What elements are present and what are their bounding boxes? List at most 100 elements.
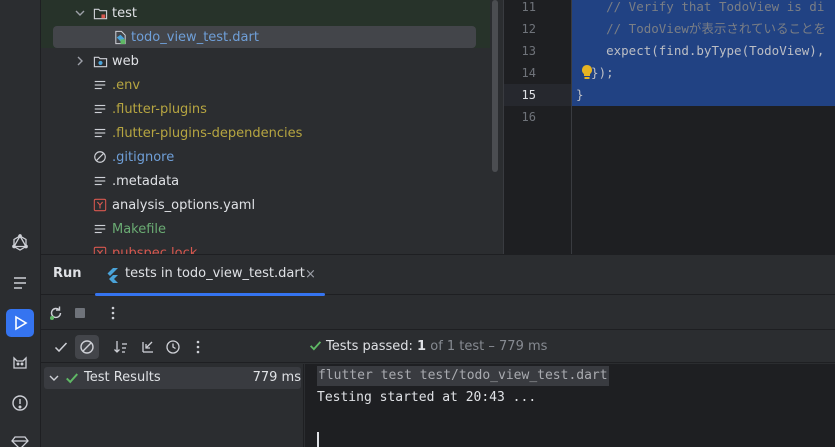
tree-item-label: Makefile [112, 221, 167, 237]
tree-item-flutter-plugins[interactable]: .flutter-plugins [41, 97, 490, 121]
stop-button[interactable] [68, 301, 92, 325]
passed-check-icon [309, 341, 322, 351]
more-options-button[interactable] [101, 301, 125, 325]
tree-item-label: web [112, 53, 139, 69]
tree-item-label: todo_view_test.dart [131, 29, 259, 45]
cat-icon[interactable] [6, 349, 34, 377]
run-tool-icon[interactable] [6, 309, 34, 337]
result-time: 779 ms [252, 370, 301, 385]
tree-item-pubspec-lock[interactable]: pubspec.lock [41, 241, 490, 254]
history-button[interactable] [161, 335, 185, 359]
code-selection [571, 84, 835, 106]
text-caret [317, 432, 319, 447]
tree-item-label: .gitignore [112, 149, 175, 165]
ignore-file-icon [92, 149, 108, 165]
tree-scrollbar[interactable] [492, 0, 498, 172]
text-file-icon [92, 77, 108, 93]
tree-item-label: .flutter-plugins-dependencies [112, 125, 303, 141]
clock-icon [166, 340, 180, 354]
test-results-root[interactable]: Test Results 779 ms [44, 367, 301, 389]
flutter-icon [107, 268, 118, 283]
status-label: Tests passed: [326, 339, 413, 354]
problems-icon[interactable] [6, 389, 34, 417]
collapse-button[interactable] [135, 335, 159, 359]
chevron-right-icon[interactable] [74, 55, 86, 67]
line-gutter: 11 12 13 14 15 16 [504, 0, 592, 254]
code-line: expect(find.byType(TodoView), [576, 43, 825, 58]
show-ignored-button[interactable] [75, 335, 99, 359]
stop-icon [75, 308, 85, 318]
tree-item-makefile[interactable]: Makefile [41, 217, 490, 241]
ignored-icon [80, 340, 94, 354]
text-file-icon [92, 221, 108, 237]
text-file-icon [92, 101, 108, 117]
tree-item-label: .env [112, 77, 141, 93]
text-file-icon [92, 173, 108, 189]
rerun-icon [50, 306, 62, 320]
sort-button[interactable] [109, 335, 133, 359]
line-number: 14 [521, 66, 536, 80]
folder-icon [92, 53, 108, 69]
gutter-divider [571, 0, 572, 254]
status-detail: of 1 test – 779 ms [430, 339, 548, 354]
console-line: Testing started at 20:43 ... [317, 390, 537, 405]
structure-icon[interactable] [6, 269, 34, 297]
tree-item-gitignore[interactable]: .gitignore [41, 145, 490, 169]
tree-item-env[interactable]: .env [41, 73, 490, 97]
tree-item-label: test [112, 5, 137, 21]
line-number: 12 [521, 22, 536, 36]
run-toolbar [41, 296, 835, 330]
check-icon [54, 342, 68, 353]
tree-item-test-folder[interactable]: test [41, 1, 490, 25]
test-more-options-button[interactable] [186, 335, 210, 359]
test-results-tree: Test Results 779 ms [41, 364, 304, 447]
tool-window-strip [0, 0, 41, 447]
chevron-down-icon[interactable] [48, 372, 60, 384]
diamond-icon[interactable] [6, 428, 34, 447]
code-line: // Verify that TodoView is di [576, 0, 825, 14]
run-tab-bar: Run tests in todo_view_test.dart × [41, 255, 835, 296]
tree-item-label: .flutter-plugins [112, 101, 207, 117]
yaml-file-icon [92, 245, 108, 254]
chevron-down-icon[interactable] [74, 7, 86, 19]
code-line: }); [576, 65, 614, 80]
tab-tests-in-todo-view-test[interactable]: tests in todo_view_test.dart × [95, 255, 325, 296]
test-status: Tests passed: 1 of 1 test – 779 ms [309, 339, 547, 354]
tree-item-flutter-plugins-dependencies[interactable]: .flutter-plugins-dependencies [41, 121, 490, 145]
line-number: 13 [521, 44, 536, 58]
console-output[interactable]: flutter test test/todo_view_test.dart Te… [305, 364, 835, 447]
console-command: flutter test test/todo_view_test.dart [317, 366, 609, 386]
tree-item-label: analysis_options.yaml [112, 197, 256, 213]
tree-item-todo-view-test[interactable]: todo_view_test.dart [41, 25, 490, 49]
passed-check-icon [66, 373, 78, 384]
tab-label: tests in todo_view_test.dart [125, 266, 305, 281]
more-vertical-icon [196, 340, 200, 354]
folder-test-icon [92, 5, 108, 21]
result-label: Test Results [84, 370, 161, 385]
more-vertical-icon [111, 306, 115, 320]
text-file-icon [92, 125, 108, 141]
run-panel: Run tests in todo_view_test.dart × Tests… [41, 254, 835, 447]
project-tree: test todo_view_test.dart web .env .flutt… [41, 0, 503, 254]
graphql-icon[interactable] [6, 229, 34, 257]
line-number: 16 [521, 110, 536, 124]
close-icon[interactable]: × [305, 267, 316, 282]
code-line: } [576, 87, 584, 102]
rerun-button[interactable] [44, 301, 68, 325]
code-line: // TodoViewが表示されていることを [576, 21, 827, 36]
tree-item-web-folder[interactable]: web [41, 49, 490, 73]
code-editor[interactable]: 11 12 13 14 15 16 // Verify that TodoVie… [503, 0, 835, 254]
line-number: 11 [521, 0, 536, 14]
test-toolbar: Tests passed: 1 of 1 test – 779 ms [41, 331, 835, 363]
show-passed-button[interactable] [49, 335, 73, 359]
line-number: 15 [521, 88, 536, 102]
tree-item-metadata[interactable]: .metadata [41, 169, 490, 193]
tree-item-label: .metadata [112, 173, 180, 189]
tree-item-analysis-options[interactable]: analysis_options.yaml [41, 193, 490, 217]
sort-icon [114, 341, 127, 353]
yaml-file-icon [92, 197, 108, 213]
run-panel-title: Run [53, 266, 82, 281]
passed-count: 1 [417, 339, 427, 354]
collapse-icon [142, 341, 153, 353]
dart-test-file-icon [112, 29, 128, 45]
